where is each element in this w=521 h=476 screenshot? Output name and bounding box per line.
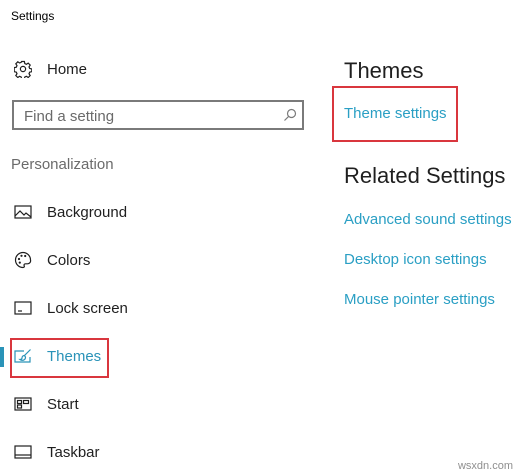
sidebar-item-colors[interactable]: Colors [0, 244, 300, 276]
window-title: Settings [11, 9, 55, 23]
sidebar-item-start[interactable]: Start [0, 388, 300, 420]
desktop-icon-settings-link[interactable]: Desktop icon settings [344, 251, 487, 268]
search-icon[interactable] [282, 107, 298, 123]
nav-home-label: Home [47, 60, 88, 78]
sidebar-item-label: Colors [47, 251, 91, 269]
advanced-sound-settings-link[interactable]: Advanced sound settings [344, 211, 512, 228]
nav-home[interactable]: Home [0, 53, 300, 85]
sidebar-item-label: Taskbar [47, 443, 100, 461]
sidebar-item-taskbar[interactable]: Taskbar [0, 436, 300, 468]
image-icon [13, 202, 33, 222]
sidebar-item-label: Background [47, 203, 128, 221]
sidebar-item-background[interactable]: Background [0, 196, 300, 228]
watermark: wsxdn.com [457, 460, 513, 472]
sidebar-item-lock-screen[interactable]: Lock screen [0, 292, 300, 324]
search-input[interactable] [24, 107, 274, 125]
taskbar-icon [13, 442, 33, 462]
related-settings-heading: Related Settings [344, 163, 506, 188]
sidebar-item-label: Start [47, 395, 79, 413]
lock-screen-icon [13, 298, 33, 318]
themes-heading: Themes [344, 58, 424, 83]
sidebar-item-label: Lock screen [47, 299, 128, 317]
start-icon [13, 394, 33, 414]
highlight-box-themes [10, 338, 109, 378]
search-box[interactable] [12, 100, 304, 130]
highlight-box-theme-settings [332, 86, 458, 142]
palette-icon [13, 250, 33, 270]
section-label-personalization: Personalization [11, 156, 114, 173]
gear-icon [13, 59, 33, 79]
mouse-pointer-settings-link[interactable]: Mouse pointer settings [344, 291, 495, 308]
